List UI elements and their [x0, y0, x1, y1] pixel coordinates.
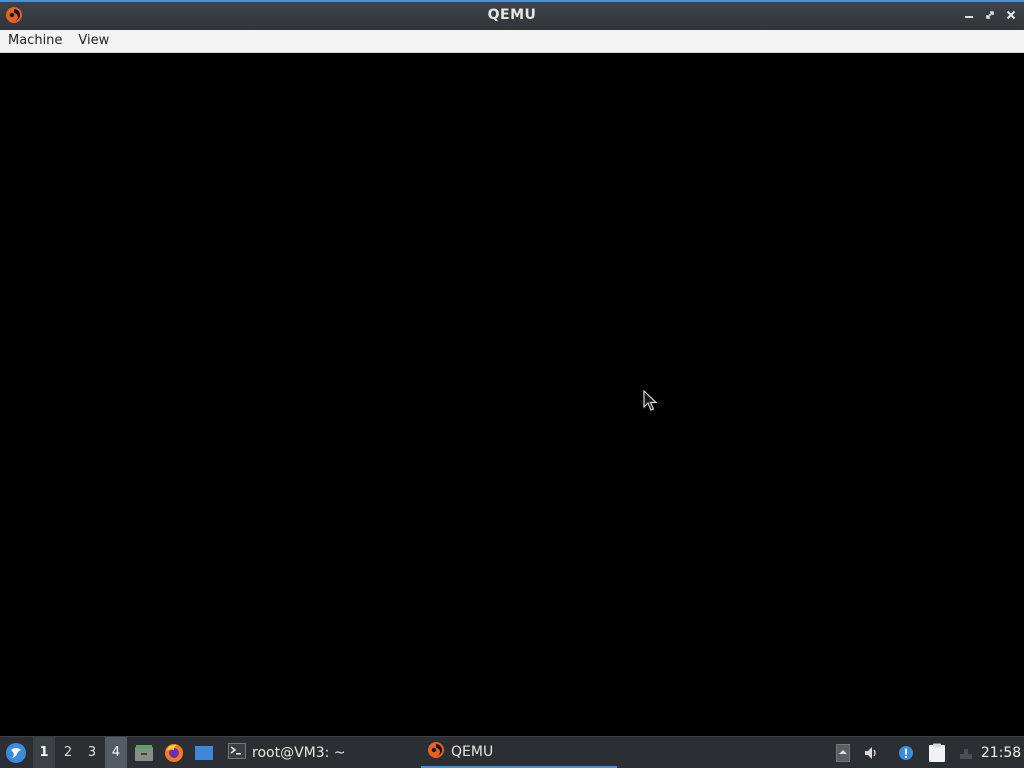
window-titlebar[interactable]: QEMU: [0, 0, 1024, 30]
window-title: QEMU: [487, 7, 537, 23]
task-label: QEMU: [451, 743, 494, 760]
network-icon[interactable]: [956, 737, 976, 768]
firefox-icon[interactable]: [163, 737, 185, 768]
notification-icon[interactable]: [896, 737, 916, 768]
clock[interactable]: 21:58: [980, 737, 1022, 768]
volume-icon[interactable]: [861, 737, 881, 768]
menu-view[interactable]: View: [70, 30, 117, 52]
menubar: Machine View: [0, 30, 1024, 53]
tray-arrow-icon[interactable]: [834, 737, 852, 768]
file-manager-icon[interactable]: [133, 737, 155, 768]
task-qemu[interactable]: QEMU: [421, 737, 617, 768]
vm-display[interactable]: [0, 53, 1024, 736]
qemu-icon: [427, 741, 445, 763]
maximize-icon[interactable]: [982, 7, 998, 23]
task-label: root@VM3: ~: [252, 744, 346, 761]
close-icon[interactable]: [1003, 7, 1019, 23]
workspace-4[interactable]: 4: [105, 737, 127, 768]
task-terminal[interactable]: root@VM3: ~: [222, 737, 424, 768]
clipboard-icon[interactable]: [926, 737, 948, 768]
mouse-cursor-icon: [643, 390, 657, 411]
terminal-icon: [228, 742, 246, 763]
taskbar: 1 2 3 4 root@VM3: ~ QEMU 21:58: [0, 736, 1024, 768]
workspace-3[interactable]: 3: [81, 737, 103, 768]
minimize-icon[interactable]: [961, 7, 977, 23]
workspace-2[interactable]: 2: [57, 737, 79, 768]
desktop-icon[interactable]: [193, 737, 215, 768]
linux-start-menu-icon[interactable]: [3, 737, 29, 768]
menu-machine[interactable]: Machine: [0, 30, 70, 52]
workspace-1[interactable]: 1: [33, 737, 55, 768]
